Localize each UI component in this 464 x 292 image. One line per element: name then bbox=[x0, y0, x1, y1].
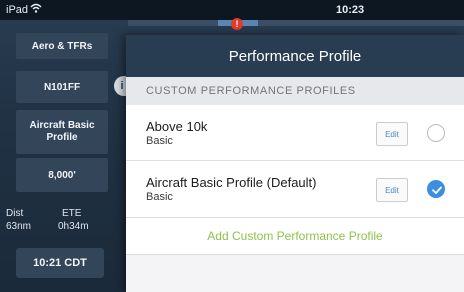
profile-row-aircraft-basic[interactable]: Aircraft Basic Profile (Default) Basic E… bbox=[126, 161, 464, 218]
ete-value: 0h34m bbox=[58, 221, 89, 232]
ete-label: ETE bbox=[62, 208, 82, 219]
section-header: CUSTOM PERFORMANCE PROFILES bbox=[126, 77, 464, 105]
profile-row-above-10k[interactable]: Above 10k Basic Edit bbox=[126, 105, 464, 161]
radio-unselected-icon[interactable] bbox=[427, 124, 445, 142]
profile-type: Basic bbox=[146, 135, 173, 147]
device-label: iPad bbox=[6, 4, 29, 16]
radio-checked-icon[interactable] bbox=[427, 180, 445, 198]
aero-tfrs-button[interactable]: Aero & TFRs bbox=[16, 33, 108, 59]
status-time: 10:23 bbox=[336, 4, 365, 16]
ios-status-bar: iPad 10:23 bbox=[0, 0, 464, 20]
performance-profile-popover: Performance Profile CUSTOM PERFORMANCE P… bbox=[126, 35, 464, 292]
edit-button[interactable]: Edit bbox=[376, 178, 408, 202]
clock-button[interactable]: 10:21 CDT bbox=[16, 248, 104, 278]
top-toolbar-strip bbox=[128, 20, 464, 26]
altitude-button[interactable]: 8,000' bbox=[16, 158, 108, 192]
dist-label: Dist bbox=[6, 208, 24, 219]
profile-button-line2: Profile bbox=[46, 132, 78, 143]
profile-button-line1: Aircraft Basic bbox=[29, 120, 95, 131]
edit-button[interactable]: Edit bbox=[376, 122, 408, 146]
alert-badge[interactable]: ! bbox=[231, 18, 243, 30]
profile-name: Aircraft Basic Profile (Default) bbox=[146, 175, 317, 190]
wifi-icon bbox=[30, 3, 42, 16]
performance-profile-button[interactable]: Aircraft Basic Profile bbox=[16, 110, 108, 154]
dist-value: 63nm bbox=[6, 221, 32, 232]
profile-type: Basic bbox=[146, 191, 173, 203]
popover-title: Performance Profile bbox=[126, 35, 464, 77]
tail-number-button[interactable]: N101FF bbox=[16, 71, 108, 103]
profile-name: Above 10k bbox=[146, 119, 208, 134]
add-custom-profile-button[interactable]: Add Custom Performance Profile bbox=[126, 218, 464, 255]
